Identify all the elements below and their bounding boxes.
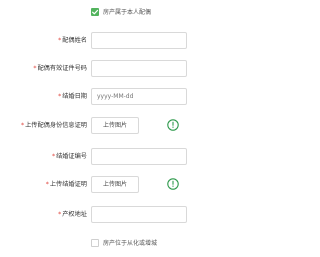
field-label: *上传配偶身份信息证明 [21,121,87,130]
field-label-text: 产权地址 [62,211,87,218]
field-label: *产权地址 [58,210,87,219]
owner-check-label: 房产属于本人配偶 [103,9,152,16]
owner-check-row[interactable]: 房产属于本人配偶 [0,7,254,17]
field-label-text: 配偶有效证件号码 [37,65,88,72]
field-label: *配偶姓名 [58,36,87,45]
field-label-text: 上传配偶身份信息证明 [25,122,87,129]
spouse-name-input[interactable] [91,32,187,49]
marriage-cert-no-input[interactable] [91,148,187,165]
required-star: * [21,122,25,129]
required-star: * [33,65,37,72]
field-spouse-id-proof: *上传配偶身份信息证明 上传图片 [0,117,254,134]
location-checkbox[interactable] [91,239,99,247]
field-label: *结婚证编号 [52,152,87,161]
spouse-id-input[interactable] [91,60,187,77]
field-label-text: 结婚日期 [62,93,87,100]
required-star: * [58,93,62,100]
location-check-label: 房产位于从化或增城 [103,240,158,247]
field-label: *配偶有效证件号码 [33,64,87,73]
info-circle-icon[interactable] [167,119,179,131]
field-label-text: 结婚证编号 [56,153,87,160]
upload-spouse-id-button[interactable]: 上传图片 [91,117,139,134]
upload-marriage-proof-button[interactable]: 上传图片 [91,176,139,193]
field-label-text: 配偶姓名 [62,37,87,44]
required-star: * [51,153,56,160]
checkmark-icon [92,9,99,15]
field-marriage-cert-no: *结婚证编号 [0,148,254,165]
field-spouse-name: *配偶姓名 [0,32,254,49]
field-property-address: *产权地址 [0,206,254,223]
field-label-text: 上传结婚证明 [49,181,87,188]
location-check-row[interactable]: 房产位于从化或增城 [0,238,254,248]
property-address-input[interactable] [91,206,187,223]
field-marriage-date: *结婚日期 [0,88,254,105]
required-star: * [58,211,62,218]
required-star: * [58,37,62,44]
field-marriage-proof: *上传结婚证明 上传图片 [0,176,254,193]
field-label: *结婚日期 [58,92,87,101]
required-star: * [45,181,49,188]
owner-checkbox[interactable] [91,8,99,16]
info-circle-icon[interactable] [167,178,179,190]
marriage-date-input[interactable] [91,88,187,105]
field-spouse-id: *配偶有效证件号码 [0,60,254,77]
field-label: *上传结婚证明 [46,180,87,189]
